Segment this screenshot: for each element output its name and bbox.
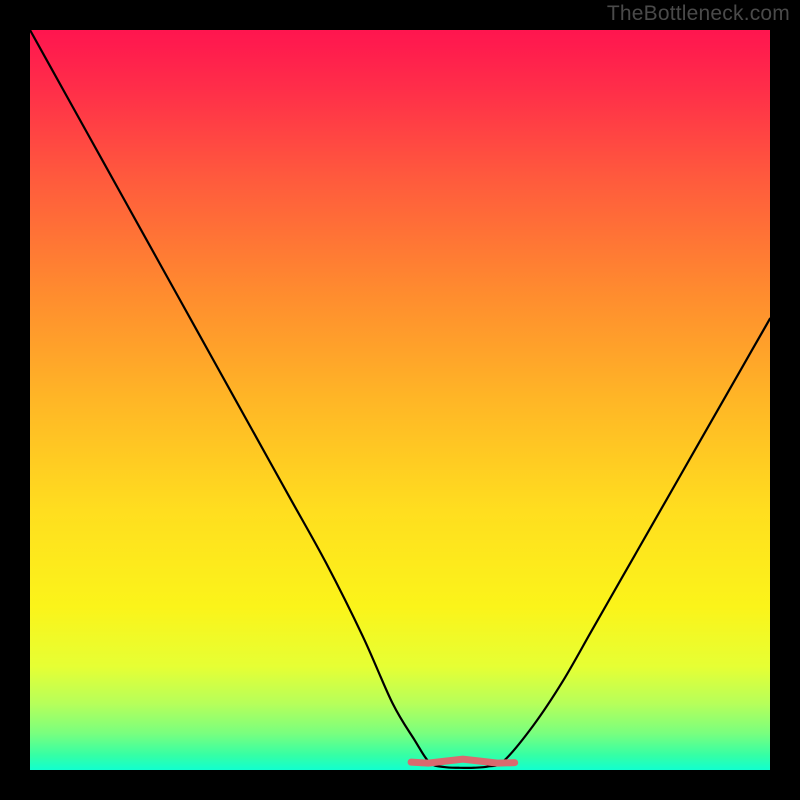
curve-layer [30, 30, 770, 770]
bottleneck-curve [30, 30, 770, 768]
chart-frame: TheBottleneck.com [0, 0, 800, 800]
plot-area [30, 30, 770, 770]
valley-marker [411, 759, 515, 763]
watermark-text: TheBottleneck.com [607, 2, 790, 26]
